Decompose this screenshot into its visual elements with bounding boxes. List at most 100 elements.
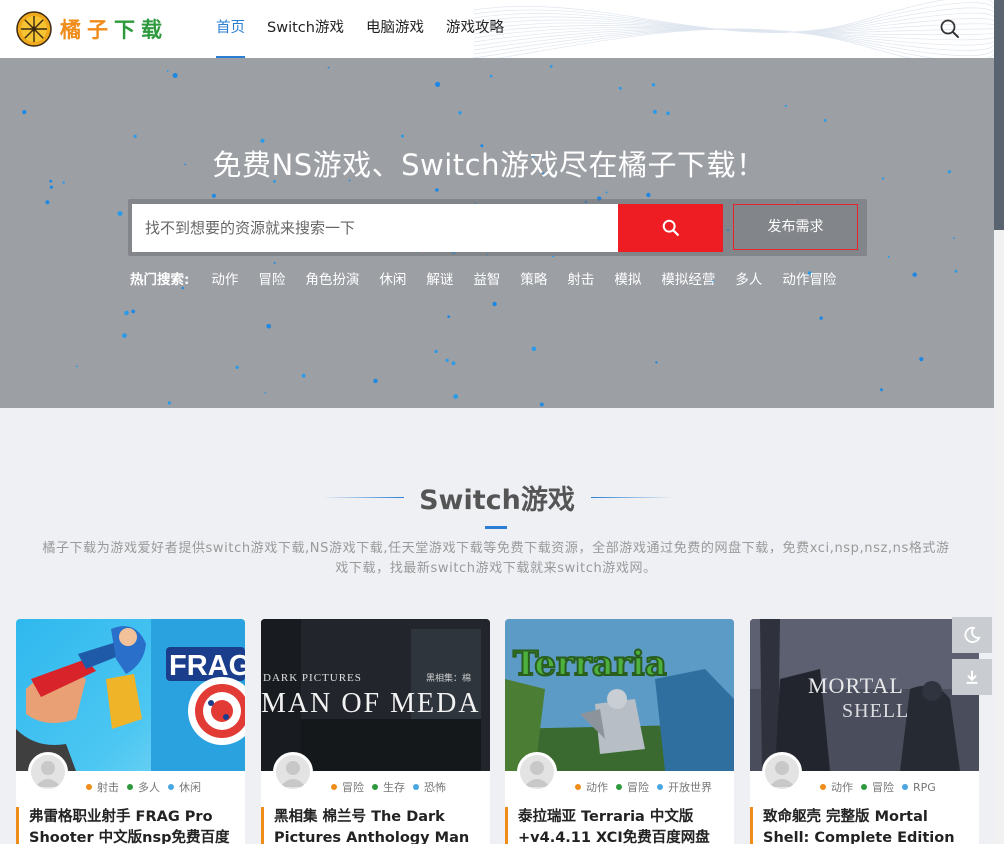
nav-item-home[interactable]: 首页: [216, 0, 245, 58]
particle-dot: [880, 388, 883, 392]
site-logo[interactable]: 橘子下载: [16, 11, 168, 47]
hero-title: 免费NS游戏、Switch游戏尽在橘子下载！: [212, 148, 766, 182]
tag-list: 冒险 生存 恐怖: [331, 779, 454, 795]
particle-dot: [172, 73, 178, 78]
nav-item-switch-games[interactable]: Switch游戏: [267, 0, 344, 58]
particle-dot: [887, 255, 890, 258]
hot-tag[interactable]: 策略: [520, 268, 547, 288]
particle-dot: [451, 361, 456, 366]
hot-tag[interactable]: 多人: [735, 268, 762, 288]
cover-text: MAN OF MEDA: [261, 688, 481, 719]
hot-tag[interactable]: 角色扮演: [305, 268, 359, 288]
publish-request-button[interactable]: 发布需求: [733, 204, 858, 250]
tag[interactable]: 恐怖: [413, 779, 446, 795]
search-icon[interactable]: [938, 17, 962, 41]
dark-mode-button[interactable]: [952, 617, 992, 653]
tag-list: 射击 多人 休闲: [86, 779, 209, 795]
tag[interactable]: RPG: [902, 779, 936, 795]
logo-text: 橘子下载: [60, 17, 168, 42]
tag[interactable]: 冒险: [616, 779, 649, 795]
particle-dot: [131, 309, 136, 314]
card-title[interactable]: 泰拉瑞亚 Terraria 中文版 +v4.4.11 XCI免费百度网盘下载: [505, 807, 734, 844]
tag-list: 动作 冒险 开放世界: [575, 779, 720, 795]
avatar[interactable]: [517, 752, 557, 792]
tag-list: 动作 冒险 RPG: [820, 779, 944, 795]
particle-dot: [651, 83, 656, 87]
cover-text: DARK PICTURES: [263, 672, 362, 684]
header-wave-decoration: [474, 0, 994, 58]
particle-dot: [784, 104, 787, 107]
hot-tag[interactable]: 休闲: [379, 268, 406, 288]
card-title[interactable]: 致命躯壳 完整版 Mortal Shell: Complete Edition中…: [750, 807, 979, 844]
particle-dot: [49, 185, 54, 189]
particle-dot: [435, 81, 441, 87]
game-card[interactable]: DARK PICTURES MAN OF MEDA 黑相集：棉 冒险 生存 恐怖…: [261, 619, 490, 844]
section-description: 橘子下载为游戏爱好者提供switch游戏下载,NS游戏下载,任天堂游戏下载等免费…: [42, 541, 950, 576]
tag[interactable]: 动作: [820, 779, 853, 795]
hot-tag[interactable]: 冒险: [258, 268, 285, 288]
mortal-shell-cover-art: MORTAL SHELL: [750, 619, 979, 771]
avatar[interactable]: [762, 752, 802, 792]
tag[interactable]: 休闲: [168, 779, 201, 795]
tag[interactable]: 多人: [127, 779, 160, 795]
card-title[interactable]: 黑相集 棉兰号 The Dark Pictures Anthology Man …: [261, 807, 490, 844]
cover-text: 黑相集：棉: [426, 672, 471, 684]
particle-dot: [605, 191, 608, 194]
particle-dot: [75, 365, 78, 368]
particle-dot: [122, 333, 127, 338]
particle-dot: [235, 365, 239, 369]
game-cover[interactable]: DARK PICTURES MAN OF MEDA 黑相集：棉: [261, 619, 490, 771]
avatar[interactable]: [273, 752, 313, 792]
particle-dot: [492, 301, 497, 307]
user-avatar-icon: [769, 761, 795, 787]
game-card[interactable]: FRAG 射击 多人 休闲 弗雷格职业射手 FRAG Pro Shooter 中…: [16, 619, 245, 844]
download-button[interactable]: [952, 659, 992, 695]
tag[interactable]: 冒险: [331, 779, 364, 795]
hot-tag[interactable]: 动作: [211, 268, 238, 288]
particle-dot: [166, 70, 169, 72]
hot-tag[interactable]: 解谜: [426, 268, 453, 288]
hot-tag[interactable]: 益智: [473, 268, 500, 288]
game-card[interactable]: Terraria 动作 冒险 开放世界 泰拉瑞亚 Terraria 中文版 +v…: [505, 619, 734, 844]
tag[interactable]: 射击: [86, 779, 119, 795]
search-icon: [662, 219, 679, 236]
user-avatar-icon: [280, 761, 306, 787]
cover-text: SHELL: [842, 700, 909, 722]
hero-search-input[interactable]: [132, 204, 618, 252]
section-header: Switch游戏: [0, 478, 994, 517]
hero-search-button[interactable]: [618, 204, 723, 252]
particle-dot: [266, 324, 272, 329]
medan-cover-art: DARK PICTURES MAN OF MEDA 黑相集：棉: [261, 619, 490, 771]
game-cover[interactable]: FRAG: [16, 619, 245, 771]
hot-tag[interactable]: 射击: [567, 268, 594, 288]
nav-item-pc-games[interactable]: 电脑游戏: [366, 0, 424, 58]
scrollbar-thumb[interactable]: [994, 0, 1004, 230]
game-card[interactable]: MORTAL SHELL 动作 冒险 RPG 致命躯壳 完整版 Mortal S…: [750, 619, 979, 844]
frag-cover-art: FRAG: [16, 619, 245, 771]
particle-dot: [952, 237, 955, 240]
tag[interactable]: 开放世界: [657, 779, 712, 795]
hero-banner: 免费NS游戏、Switch游戏尽在橘子下载！ 发布需求 热门搜索: 动作 冒险 …: [0, 58, 994, 408]
particle-dot: [434, 349, 438, 354]
tag[interactable]: 动作: [575, 779, 608, 795]
particle-dot: [167, 401, 171, 405]
tag[interactable]: 冒险: [861, 779, 894, 795]
particle-dot: [327, 66, 330, 69]
hot-tag[interactable]: 模拟: [614, 268, 641, 288]
page-scrollbar[interactable]: [994, 0, 1004, 844]
particle-dot: [435, 188, 439, 192]
main-nav: 首页 Switch游戏 电脑游戏 游戏攻略: [216, 0, 526, 58]
game-cover[interactable]: MORTAL SHELL: [750, 619, 979, 771]
hot-tag[interactable]: 模拟经营: [661, 268, 715, 288]
card-title[interactable]: 弗雷格职业射手 FRAG Pro Shooter 中文版nsp免费百度网盘下载: [16, 807, 245, 844]
cover-text: Terraria: [513, 644, 667, 684]
avatar[interactable]: [28, 752, 68, 792]
hot-tag[interactable]: 动作冒险: [782, 268, 836, 288]
particle-dot: [489, 74, 493, 78]
particle-dot: [531, 346, 537, 352]
game-cover[interactable]: Terraria: [505, 619, 734, 771]
particle-dot: [211, 193, 216, 198]
nav-item-guides[interactable]: 游戏攻略: [446, 0, 504, 58]
hot-search-list: 热门搜索: 动作 冒险 角色扮演 休闲 解谜 益智 策略 射击 模拟 模拟经营 …: [130, 268, 856, 288]
tag[interactable]: 生存: [372, 779, 405, 795]
